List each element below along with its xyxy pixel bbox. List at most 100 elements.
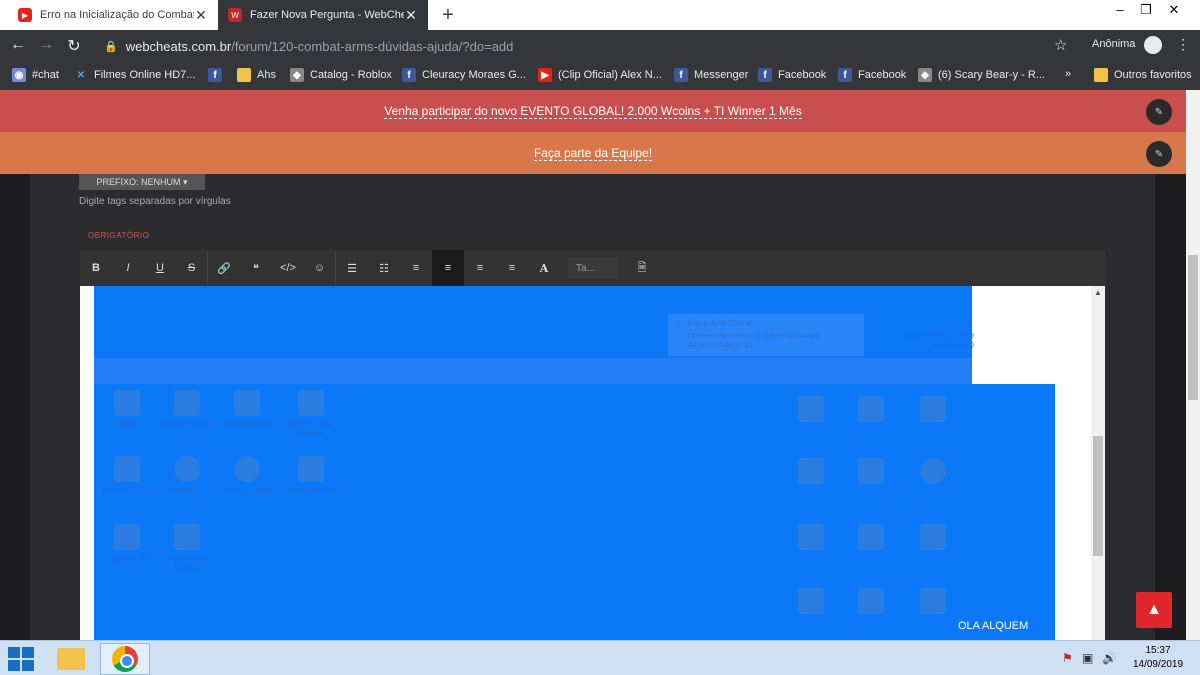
desktop-icon-label: Roblox Player: [162, 420, 212, 429]
prefix-dropdown[interactable]: PREFIXO: NENHUM ▾: [79, 174, 205, 190]
reload-button[interactable]: ↻: [64, 36, 84, 56]
align-right-icon[interactable]: ≡: [464, 250, 496, 286]
chrome-taskbar-button[interactable]: [100, 643, 150, 675]
close-window-button[interactable]: ✕: [1164, 2, 1184, 18]
bookmark-label: Ahs: [257, 69, 276, 81]
bookmark-item[interactable]: ✕ Filmes Online HD7...: [74, 68, 196, 82]
file-explorer-button[interactable]: [46, 643, 96, 675]
clock-date: 14/09/2019: [1132, 659, 1184, 670]
facebook-icon: f: [402, 68, 416, 82]
network-error-icon[interactable]: ⚑: [1062, 651, 1073, 665]
bookmark-star-icon[interactable]: ☆: [1054, 36, 1067, 54]
align-center-icon[interactable]: ≡: [400, 250, 432, 286]
tags-hint: Digite tags separadas por vírgulas: [79, 196, 231, 207]
italic-button[interactable]: I: [112, 250, 144, 286]
address-bar[interactable]: 🔒 webcheats.com.br /forum/120-combat-arm…: [96, 33, 1076, 59]
emoji-icon[interactable]: ☺: [304, 250, 336, 286]
bold-button[interactable]: B: [80, 250, 112, 286]
tab-title: Erro na Inicialização do Combat a: [40, 9, 194, 21]
desktop-file-icon: [858, 396, 884, 422]
desktop-file-icon: [920, 524, 946, 550]
editor-caption: OLA ALQUEM: [958, 620, 1029, 632]
bookmark-item[interactable]: f Facebook: [758, 68, 826, 82]
roblox-icon: [174, 390, 200, 416]
scroll-to-top-button[interactable]: ▲: [1136, 592, 1172, 628]
browser-toolbar: ← → ↻ 🔒 webcheats.com.br /forum/120-comb…: [0, 30, 1200, 62]
bookmark-item[interactable]: ◆ (6) Scary Bear-y - R...: [918, 68, 1045, 82]
desktop-file-icon: [920, 588, 946, 614]
pencil-icon[interactable]: ✎: [1146, 99, 1172, 125]
quote-icon[interactable]: ❝: [240, 250, 272, 286]
font-size-select[interactable]: Ta...: [568, 257, 618, 279]
page-scrollbar[interactable]: [1186, 90, 1200, 640]
pencil-icon[interactable]: ✎: [1146, 141, 1172, 167]
code-icon[interactable]: </>: [272, 250, 304, 286]
network-icon[interactable]: ▣: [1082, 651, 1093, 665]
tab-youtube[interactable]: ▶ Erro na Inicialização do Combat a ✕: [8, 0, 218, 30]
back-button[interactable]: ←: [8, 36, 28, 54]
anti-cheat-title: Easy Anti-Cheat: [688, 318, 753, 328]
numbered-list-icon[interactable]: ☷: [368, 250, 400, 286]
desktop-icon-label: Combat Arms: [286, 486, 336, 495]
page-viewport: Venha participar do novo EVENTO GLOBAL! …: [0, 90, 1200, 640]
minimize-button[interactable]: –: [1110, 2, 1130, 17]
underline-button[interactable]: U: [144, 250, 176, 286]
link-icon[interactable]: 🔗: [208, 250, 240, 286]
desktop-icon-label: CrossFire BR Installer: [163, 554, 212, 572]
bookmark-item[interactable]: ◉ #chat: [12, 68, 59, 82]
editor-scrollbar[interactable]: ▲: [1091, 286, 1105, 640]
bookmark-item[interactable]: ▶ (Clip Oficial) Alex N...: [538, 68, 662, 82]
editor-scroll-thumb[interactable]: [1093, 436, 1103, 556]
font-color-icon[interactable]: A: [528, 250, 560, 286]
forward-button[interactable]: →: [36, 36, 56, 54]
profile-label[interactable]: Anônima: [1092, 38, 1135, 50]
combat-arms-icon: [298, 456, 324, 482]
bookmark-label: Outros favoritos: [1114, 69, 1192, 81]
menu-icon[interactable]: ⋮: [1176, 36, 1190, 53]
editor-content[interactable]: ⚠ Easy Anti-Cheat Unknown file version (…: [80, 286, 1105, 640]
bookmark-item[interactable]: f Messenger: [674, 68, 748, 82]
bookmark-label: »: [1065, 68, 1072, 80]
bookmark-item[interactable]: f Cleuracy Moraes G...: [402, 68, 526, 82]
page-scroll-thumb[interactable]: [1188, 255, 1198, 400]
desktop-file-icon: [920, 396, 946, 422]
folder-icon: [57, 648, 85, 670]
system-clock[interactable]: 15:37 14/09/2019: [1128, 644, 1188, 672]
new-tab-button[interactable]: +: [438, 4, 458, 27]
bookmark-item[interactable]: f: [208, 68, 228, 82]
more-bookmarks-button[interactable]: »: [1065, 68, 1071, 80]
scroll-up-icon[interactable]: ▲: [1094, 288, 1102, 297]
source-icon[interactable]: 🗎: [626, 250, 658, 286]
volume-icon[interactable]: 🔊: [1102, 651, 1117, 665]
tab-strip: ▶ Erro na Inicialização do Combat a ✕ W …: [0, 0, 1200, 30]
warning-icon: ⚠: [674, 318, 683, 328]
youtube-icon: ▶: [18, 8, 32, 22]
windows-start-icon[interactable]: [8, 647, 34, 671]
bookmark-item[interactable]: Outros favoritos: [1094, 68, 1192, 82]
tab-webcheats[interactable]: W Fazer Nova Pergunta - WebCheat ✕: [218, 0, 428, 30]
embedded-screenshot: ⚠ Easy Anti-Cheat Unknown file version (…: [94, 286, 974, 640]
team-link[interactable]: Faça parte da Equipe!: [533, 146, 653, 161]
desktop-icon-label: IObit Uninstaller: [219, 486, 277, 495]
bookmark-item[interactable]: f Facebook: [838, 68, 906, 82]
maximize-button[interactable]: ❐: [1136, 2, 1156, 18]
desktop-icon-label: Malwarebytes: [222, 420, 272, 429]
chrome-icon: [112, 646, 138, 672]
bookmark-item[interactable]: Ahs: [237, 68, 276, 82]
url-path: /forum/120-combat-arms-dúvidas-ajuda/?do…: [231, 38, 514, 54]
close-tab-icon[interactable]: ✕: [404, 7, 418, 24]
strikethrough-button[interactable]: S: [176, 250, 208, 286]
align-left-icon[interactable]: ≡: [432, 250, 464, 286]
desktop-icon-label: Bandicam: [169, 486, 205, 495]
bookmark-item[interactable]: ◆ Catalog - Roblox: [290, 68, 392, 82]
announcement-link[interactable]: Venha participar do novo EVENTO GLOBAL! …: [384, 104, 802, 119]
justify-icon[interactable]: ≡: [496, 250, 528, 286]
incognito-icon[interactable]: [1144, 36, 1162, 54]
close-tab-icon[interactable]: ✕: [194, 7, 208, 24]
x-icon: ✕: [76, 69, 86, 81]
tab-title: Fazer Nova Pergunta - WebCheat: [250, 9, 404, 21]
lock-icon: 🔒: [104, 40, 118, 53]
windows-watermark: Windows 8.1 Pro Build 9600: [905, 330, 974, 350]
bullet-list-icon[interactable]: ☰: [336, 250, 368, 286]
bookmark-label: (6) Scary Bear-y - R...: [938, 69, 1045, 81]
